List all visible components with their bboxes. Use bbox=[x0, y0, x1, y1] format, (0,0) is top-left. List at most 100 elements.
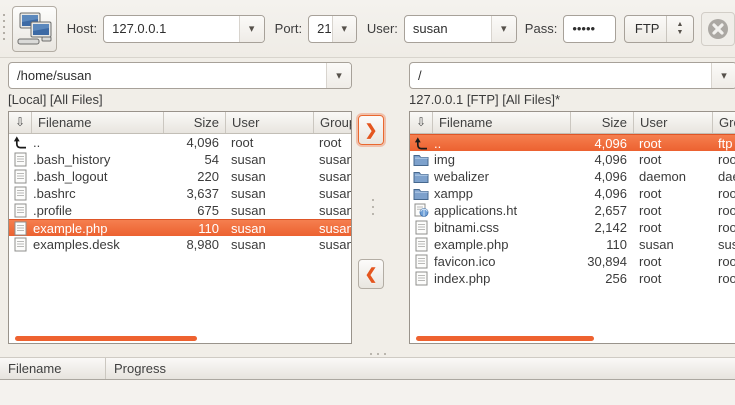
sort-arrow-icon[interactable]: ⇩ bbox=[410, 112, 432, 133]
cell-size: 256 bbox=[570, 270, 633, 287]
remote-horizontal-scrollbar[interactable] bbox=[416, 336, 594, 341]
user-combo[interactable]: susan ▾ bbox=[404, 15, 517, 43]
host-label: Host: bbox=[67, 21, 97, 36]
cell-filename: example.php bbox=[31, 220, 163, 236]
cell-size: 4,096 bbox=[570, 151, 633, 168]
port-combo[interactable]: 21 ▾ bbox=[308, 15, 357, 43]
column-header-user[interactable]: User bbox=[633, 112, 712, 133]
transfer-left-button[interactable]: ❮ bbox=[358, 259, 384, 289]
up-dir-icon bbox=[9, 134, 31, 151]
table-row[interactable]: example.php110susansusan bbox=[410, 236, 735, 253]
remote-file-rows: ..4,096rootftpimg4,096rootrootwebalizer4… bbox=[410, 134, 735, 343]
cell-user: susan bbox=[633, 236, 712, 253]
table-row[interactable]: ..4,096rootroot bbox=[9, 134, 351, 151]
host-dropdown-arrow-icon[interactable]: ▾ bbox=[239, 16, 264, 42]
local-path-value[interactable]: /home/susan bbox=[9, 68, 326, 83]
cell-group: root bbox=[712, 151, 735, 168]
stop-x-icon bbox=[706, 17, 730, 41]
host-value[interactable]: 127.0.0.1 bbox=[104, 21, 239, 36]
spin-up-icon[interactable]: ▲ bbox=[677, 21, 684, 29]
remote-file-list: ⇩ Filename Size User Group ..4,096rootft… bbox=[409, 111, 735, 344]
folder-icon bbox=[410, 185, 432, 202]
table-row[interactable]: xampp4,096rootroot bbox=[410, 185, 735, 202]
folder-icon bbox=[410, 168, 432, 185]
cell-filename: applications.ht bbox=[432, 202, 570, 219]
table-row[interactable]: .profile675susansusan bbox=[9, 202, 351, 219]
cell-user: susan bbox=[225, 168, 313, 185]
cell-group: root bbox=[313, 134, 351, 151]
folder-icon bbox=[410, 151, 432, 168]
port-label: Port: bbox=[275, 21, 302, 36]
stop-button[interactable] bbox=[701, 12, 735, 46]
table-row[interactable]: example.php110susansusan bbox=[9, 219, 351, 236]
column-header-filename[interactable]: Filename bbox=[31, 112, 163, 133]
column-header-user[interactable]: User bbox=[225, 112, 313, 133]
table-row[interactable]: bitnami.css2,142rootroot bbox=[410, 219, 735, 236]
cell-filename: img bbox=[432, 151, 570, 168]
host-combo[interactable]: 127.0.0.1 ▾ bbox=[103, 15, 265, 43]
table-row[interactable]: index.php256rootroot bbox=[410, 270, 735, 287]
up-dir-icon bbox=[410, 135, 432, 151]
sort-arrow-icon[interactable]: ⇩ bbox=[9, 112, 31, 133]
column-header-group[interactable]: Group bbox=[313, 112, 351, 133]
spin-down-icon[interactable]: ▼ bbox=[677, 29, 684, 37]
connection-toolbar: Host: 127.0.0.1 ▾ Port: 21 ▾ User: susan… bbox=[0, 0, 735, 58]
user-dropdown-arrow-icon[interactable]: ▾ bbox=[491, 16, 516, 42]
cell-user: root bbox=[633, 219, 712, 236]
transfer-right-button[interactable]: ❯ bbox=[358, 115, 384, 145]
column-header-group[interactable]: Group bbox=[712, 112, 735, 133]
local-horizontal-scrollbar[interactable] bbox=[15, 336, 197, 341]
connect-button[interactable] bbox=[12, 6, 57, 52]
transfer-column-filename[interactable]: Filename bbox=[0, 358, 105, 379]
remote-panel: / ▾ 127.0.0.1 [FTP] [All Files]* ⇩ Filen… bbox=[409, 62, 735, 344]
cell-user: root bbox=[225, 134, 313, 151]
remote-path-combo[interactable]: / ▾ bbox=[409, 62, 735, 89]
cell-filename: examples.desk bbox=[31, 236, 163, 253]
port-dropdown-arrow-icon[interactable]: ▾ bbox=[332, 16, 356, 42]
cell-group: root bbox=[712, 253, 735, 270]
table-row[interactable]: img4,096rootroot bbox=[410, 151, 735, 168]
cell-group: susan bbox=[313, 151, 351, 168]
cell-group: susan bbox=[313, 202, 351, 219]
table-row[interactable]: favicon.ico30,894rootroot bbox=[410, 253, 735, 270]
password-field[interactable]: ••••• bbox=[563, 15, 616, 43]
port-value[interactable]: 21 bbox=[309, 21, 331, 36]
cell-user: susan bbox=[225, 236, 313, 253]
toolbar-drag-handle[interactable] bbox=[3, 14, 5, 44]
remote-path-dropdown-arrow-icon[interactable]: ▾ bbox=[711, 63, 735, 88]
column-header-size[interactable]: Size bbox=[163, 112, 225, 133]
protocol-spinner[interactable]: ▲ ▼ bbox=[666, 16, 693, 42]
local-path-combo[interactable]: /home/susan ▾ bbox=[8, 62, 352, 89]
table-row[interactable]: examples.desk8,980susansusan bbox=[9, 236, 351, 253]
protocol-selector[interactable]: FTP ▲ ▼ bbox=[624, 15, 694, 43]
local-panel: /home/susan ▾ [Local] [All Files] ⇩ File… bbox=[8, 62, 352, 344]
local-path-dropdown-arrow-icon[interactable]: ▾ bbox=[326, 63, 351, 88]
file-icon bbox=[9, 151, 31, 168]
cell-size: 8,980 bbox=[163, 236, 225, 253]
cell-group: ftp bbox=[712, 135, 735, 151]
remote-path-value[interactable]: / bbox=[410, 68, 711, 83]
cell-size: 110 bbox=[570, 236, 633, 253]
column-header-size[interactable]: Size bbox=[570, 112, 633, 133]
cell-size: 30,894 bbox=[570, 253, 633, 270]
transfer-splitter-handle[interactable] bbox=[370, 352, 386, 356]
file-icon bbox=[410, 270, 432, 287]
table-row[interactable]: .bash_history54susansusan bbox=[9, 151, 351, 168]
column-header-filename[interactable]: Filename bbox=[432, 112, 570, 133]
transfer-queue-body[interactable] bbox=[0, 380, 735, 405]
table-row[interactable]: .bashrc3,637susansusan bbox=[9, 185, 351, 202]
pane-splitter-handle[interactable] bbox=[371, 199, 375, 215]
table-row[interactable]: webalizer4,096daemondaemon bbox=[410, 168, 735, 185]
table-row[interactable]: ..4,096rootftp bbox=[410, 134, 735, 151]
cell-filename: .bashrc bbox=[31, 185, 163, 202]
cell-group: root bbox=[712, 202, 735, 219]
protocol-value: FTP bbox=[625, 21, 666, 36]
table-row[interactable]: .bash_logout220susansusan bbox=[9, 168, 351, 185]
transfer-column-progress[interactable]: Progress bbox=[105, 358, 735, 379]
password-value[interactable]: ••••• bbox=[564, 21, 615, 36]
cell-user: root bbox=[633, 253, 712, 270]
user-value[interactable]: susan bbox=[405, 21, 491, 36]
chevron-left-icon: ❮ bbox=[365, 267, 378, 282]
cell-size: 4,096 bbox=[163, 134, 225, 151]
table-row[interactable]: applications.ht2,657rootroot bbox=[410, 202, 735, 219]
